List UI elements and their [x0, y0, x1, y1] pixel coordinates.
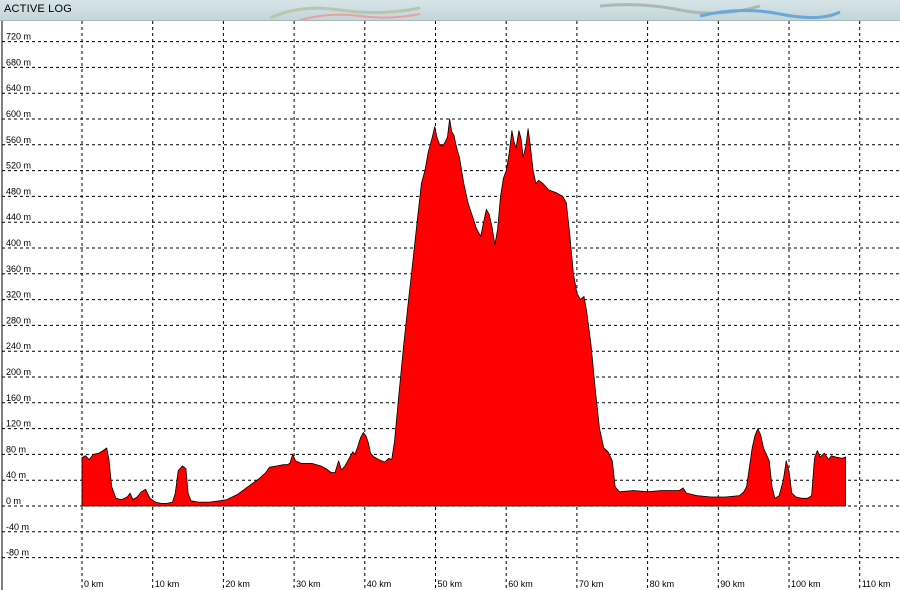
y-tick-label: 680 m	[6, 57, 31, 67]
y-tick-label: 440 m	[6, 212, 31, 222]
x-tick-label: 50 km	[438, 579, 463, 589]
y-tick-label: 600 m	[6, 109, 31, 119]
title-bar: ACTIVE LOG	[0, 0, 900, 21]
map-background-strip	[269, 3, 841, 20]
y-tick-label: 560 m	[6, 135, 31, 145]
y-tick-label: 80 m	[6, 444, 26, 454]
x-tick-label: 40 km	[367, 579, 392, 589]
y-tick-label: -80 m	[6, 548, 29, 558]
y-tick-label: 320 m	[6, 290, 31, 300]
y-tick-label: 200 m	[6, 367, 31, 377]
y-tick-label: 120 m	[6, 419, 31, 429]
x-tick-label: 90 km	[720, 579, 745, 589]
elevation-chart: 720 m 680 m 640 m 600 m 560 m 520 m 480 m 440 m…	[0, 21, 900, 590]
y-tick-label: 720 m	[6, 32, 31, 42]
x-tick-label: 20 km	[225, 579, 250, 589]
y-tick-label: 640 m	[6, 83, 31, 93]
y-tick-label: 360 m	[6, 264, 31, 274]
elevation-chart-svg: 720 m 680 m 640 m 600 m 560 m 520 m 480 m 440 m…	[1, 21, 900, 590]
window-title: ACTIVE LOG	[4, 3, 73, 15]
y-tick-label: 480 m	[6, 186, 31, 196]
y-tick-label: 520 m	[6, 161, 31, 171]
x-tick-label: 10 km	[155, 579, 180, 589]
x-tick-label: 0 km	[84, 579, 104, 589]
y-tick-label: 280 m	[6, 315, 31, 325]
x-tick-label: 110 km	[862, 579, 891, 589]
x-tick-label: 70 km	[579, 579, 604, 589]
elevation-area-series-0	[81, 118, 846, 507]
x-tick-label: 80 km	[650, 579, 675, 589]
x-tick-label: 30 km	[296, 579, 321, 589]
active-log-window: ACTIVE LOG 720 m 680 m 640 m 600 m 560 m 520 …	[0, 0, 900, 590]
y-tick-label: 40 m	[6, 470, 26, 480]
x-tick-label: 100 km	[791, 579, 821, 589]
y-tick-label: -40 m	[6, 522, 29, 532]
y-tick-label: 240 m	[6, 341, 31, 351]
y-tick-label: 400 m	[6, 238, 31, 248]
x-tick-label: 60 km	[508, 579, 533, 589]
y-tick-label: 0 m	[6, 496, 21, 506]
y-tick-label: 160 m	[6, 393, 31, 403]
